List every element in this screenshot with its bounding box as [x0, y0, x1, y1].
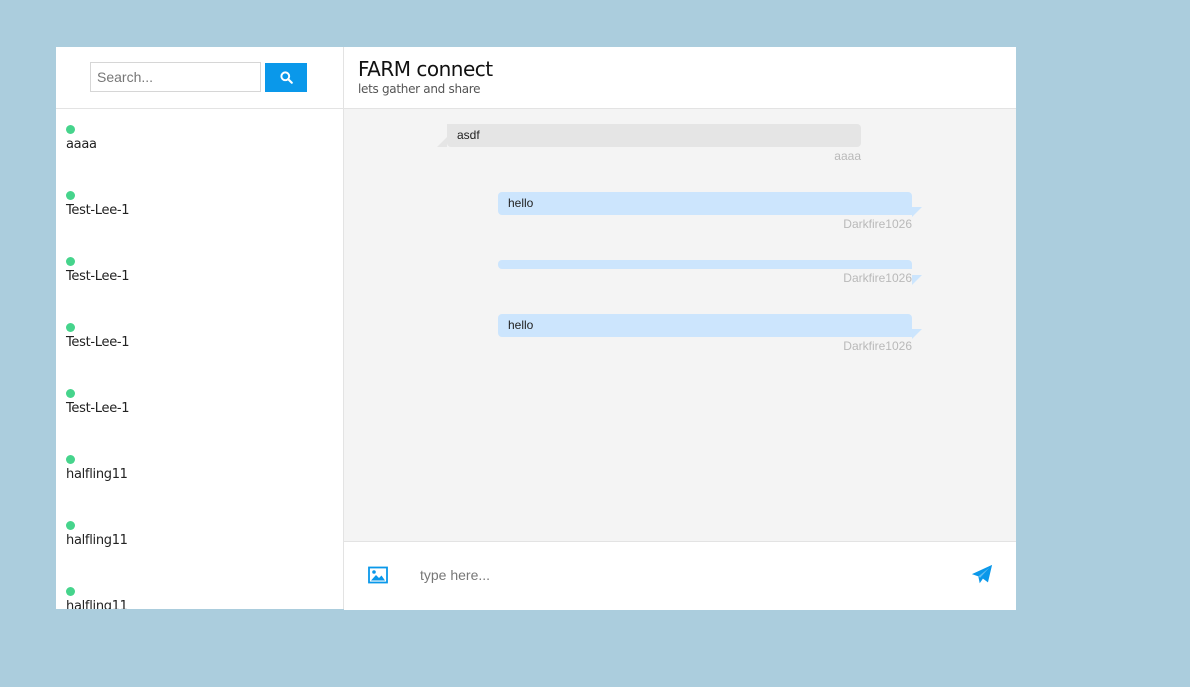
online-status-dot — [66, 521, 75, 530]
message-author: Darkfire1026 — [843, 217, 912, 231]
message-bubble-sent: hello — [498, 192, 912, 215]
contact-name: halfling11 — [66, 533, 128, 548]
contact-list: aaaa Test-Lee-1 Test-Lee-1 Test-Lee-1 Te… — [56, 109, 343, 609]
sidebar: aaaa Test-Lee-1 Test-Lee-1 Test-Lee-1 Te… — [56, 47, 344, 609]
chat-panel: FARM connect lets gather and share asdf … — [344, 47, 1016, 610]
online-status-dot — [66, 191, 75, 200]
search-bar — [56, 47, 343, 109]
send-icon — [971, 564, 993, 584]
online-status-dot — [66, 125, 75, 134]
contact-item[interactable]: Test-Lee-1 — [56, 241, 343, 307]
online-status-dot — [66, 389, 75, 398]
contact-name: halfling11 — [66, 467, 128, 482]
message-author: Darkfire1026 — [843, 271, 912, 285]
online-status-dot — [66, 455, 75, 464]
message-author: aaaa — [834, 149, 861, 163]
message-list: asdf aaaa hello Darkfire1026 Darkfire102… — [344, 109, 1016, 541]
contact-name: Test-Lee-1 — [66, 401, 130, 416]
message-bubble-sent — [498, 260, 912, 269]
online-status-dot — [66, 587, 75, 596]
online-status-dot — [66, 323, 75, 332]
chat-app: aaaa Test-Lee-1 Test-Lee-1 Test-Lee-1 Te… — [56, 47, 1016, 610]
attach-image-button[interactable] — [368, 566, 388, 584]
chat-header: FARM connect lets gather and share — [344, 47, 1016, 109]
contact-item[interactable]: Test-Lee-1 — [56, 307, 343, 373]
contact-name: Test-Lee-1 — [66, 335, 130, 350]
contact-item[interactable]: halfling11 — [56, 571, 343, 609]
contact-item[interactable]: Test-Lee-1 — [56, 373, 343, 439]
contact-item[interactable]: halfling11 — [56, 439, 343, 505]
page-title: FARM connect — [358, 57, 493, 81]
search-icon — [279, 71, 293, 84]
message-bubble-received: asdf — [437, 124, 861, 147]
contact-item[interactable]: halfling11 — [56, 505, 343, 571]
contact-name: Test-Lee-1 — [66, 269, 130, 284]
contact-name: aaaa — [66, 137, 97, 152]
page-subtitle: lets gather and share — [358, 82, 481, 96]
online-status-dot — [66, 257, 75, 266]
contact-item[interactable]: Test-Lee-1 — [56, 175, 343, 241]
message-author: Darkfire1026 — [843, 339, 912, 353]
message-bubble-sent: hello — [498, 314, 912, 337]
search-button[interactable] — [265, 63, 307, 92]
contact-name: halfling11 — [66, 599, 128, 609]
message-composer — [344, 541, 1016, 610]
contact-name: Test-Lee-1 — [66, 203, 130, 218]
image-icon — [368, 566, 388, 584]
contact-item[interactable]: aaaa — [56, 109, 343, 175]
search-input[interactable] — [90, 62, 261, 92]
send-button[interactable] — [971, 564, 993, 586]
message-input[interactable] — [418, 561, 942, 589]
